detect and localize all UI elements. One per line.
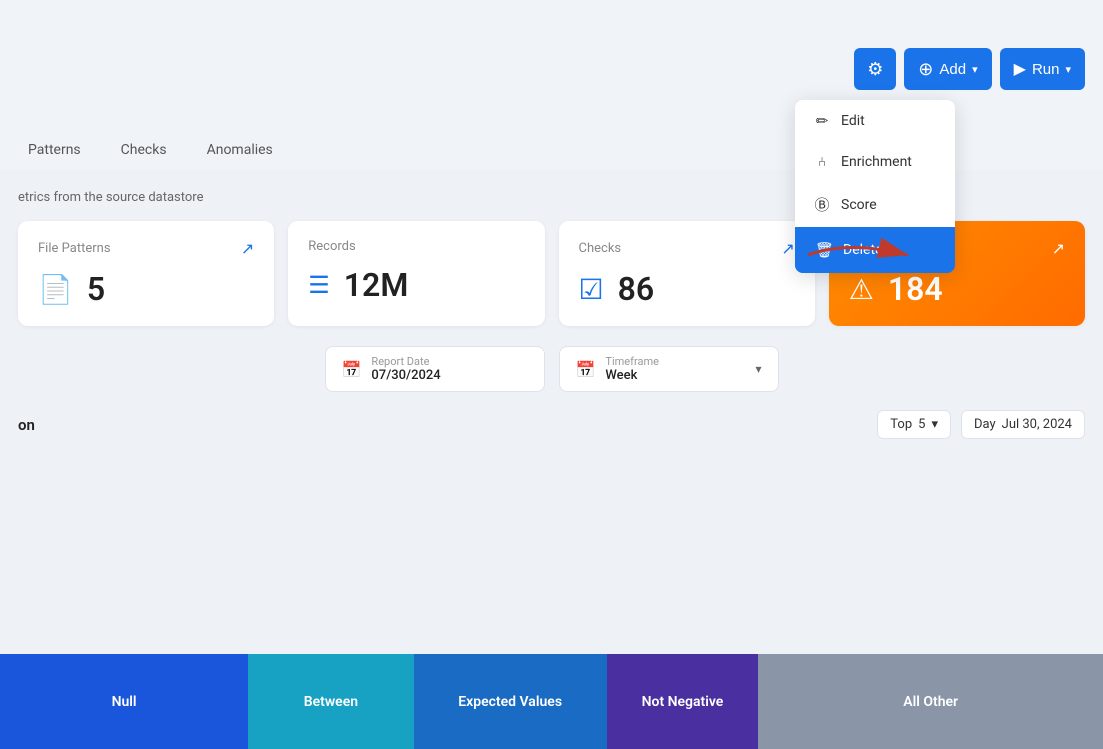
- report-date-filter[interactable]: 📅 Report Date 07/30/2024: [325, 346, 545, 392]
- arrow-svg: [808, 235, 928, 275]
- run-label: Run: [1032, 61, 1060, 78]
- tab-anomalies[interactable]: Anomalies: [187, 132, 293, 170]
- top-selector[interactable]: Top 5 ▾: [877, 410, 951, 439]
- card-checks-value-row: ☑ 86: [579, 270, 795, 308]
- timeframe-value: Week: [605, 368, 659, 383]
- gear-button[interactable]: ⚙: [854, 48, 896, 90]
- card-checks: Checks ↗ ☑ 86: [559, 221, 815, 326]
- add-button[interactable]: ⊕ Add ▾: [904, 48, 991, 90]
- run-button[interactable]: ▶ Run ▾: [1000, 48, 1085, 90]
- card-records-title: Records: [308, 239, 524, 254]
- calendar-icon: 📅: [342, 360, 362, 379]
- timeframe-filter[interactable]: 📅 Timeframe Week ▾: [559, 346, 779, 392]
- tab-patterns[interactable]: Patterns: [8, 132, 101, 170]
- enrichment-label: Enrichment: [841, 154, 912, 170]
- records-icon: ☰: [308, 271, 330, 299]
- chevron-down-icon-run: ▾: [1065, 63, 1071, 76]
- top-value: 5: [918, 417, 925, 432]
- bar-between[interactable]: Between: [248, 654, 413, 749]
- score-icon: Ⓑ: [813, 194, 831, 215]
- day-selector[interactable]: Day Jul 30, 2024: [961, 410, 1085, 439]
- report-date-info: Report Date 07/30/2024: [371, 355, 440, 383]
- checks-number: 86: [618, 270, 655, 308]
- edit-icon: ✏: [813, 112, 831, 130]
- records-number: 12M: [344, 266, 409, 304]
- edit-label: Edit: [841, 113, 865, 129]
- anomalies-icon: ⚠: [849, 273, 874, 306]
- section-header: on Top 5 ▾ Day Jul 30, 2024: [18, 410, 1085, 439]
- top-chevron-icon: ▾: [931, 417, 938, 432]
- card-records: Records ☰ 12M: [288, 221, 544, 326]
- timeframe-label: Timeframe: [605, 355, 659, 368]
- timeframe-chevron-icon: ▾: [755, 362, 761, 376]
- arrow-indicator: [808, 235, 928, 275]
- card-records-value-row: ☰ 12M: [308, 266, 524, 304]
- file-patterns-arrow-icon[interactable]: ↗: [241, 239, 254, 258]
- score-label: Score: [841, 197, 877, 213]
- day-value: Jul 30, 2024: [1002, 417, 1072, 432]
- filters-row: 📅 Report Date 07/30/2024 📅 Timeframe Wee…: [18, 346, 1085, 392]
- bar-null[interactable]: Null: [0, 654, 248, 749]
- card-file-patterns-value-row: 📄 5: [38, 270, 254, 308]
- card-checks-title: Checks ↗: [579, 239, 795, 258]
- card-anomalies-value-row: ⚠ 184: [849, 270, 1065, 308]
- nav-tabs: Patterns Checks Anomalies: [0, 132, 293, 170]
- report-date-label: Report Date: [371, 355, 440, 368]
- anomalies-arrow-icon[interactable]: ↗: [1052, 239, 1065, 258]
- enrichment-icon: ⑃: [813, 155, 831, 170]
- file-patterns-number: 5: [87, 270, 105, 308]
- timeframe-info: Timeframe Week: [605, 355, 659, 383]
- gear-icon: ⚙: [867, 59, 883, 80]
- checks-icon: ☑: [579, 273, 604, 306]
- day-label: Day: [974, 417, 996, 432]
- bar-not-negative[interactable]: Not Negative: [607, 654, 759, 749]
- checks-arrow-icon[interactable]: ↗: [781, 239, 794, 258]
- bar-chart: Null Between Expected Values Not Negativ…: [0, 654, 1103, 749]
- play-icon: ▶: [1014, 59, 1026, 79]
- report-date-value: 07/30/2024: [371, 368, 440, 383]
- section-title: on: [18, 416, 35, 434]
- card-file-patterns: File Patterns ↗ 📄 5: [18, 221, 274, 326]
- dropdown-score[interactable]: Ⓑ Score: [795, 182, 955, 227]
- bar-expected-values[interactable]: Expected Values: [414, 654, 607, 749]
- add-label: Add: [939, 61, 966, 78]
- toolbar: ⚙ ⊕ Add ▾ ▶ Run ▾: [854, 48, 1085, 90]
- plus-icon: ⊕: [918, 59, 933, 80]
- anomalies-number: 184: [888, 270, 943, 308]
- chevron-down-icon: ▾: [972, 63, 978, 76]
- bar-all-other[interactable]: All Other: [758, 654, 1103, 749]
- top-label: Top: [890, 417, 912, 432]
- dropdown-edit[interactable]: ✏ Edit: [795, 100, 955, 142]
- card-file-patterns-title: File Patterns ↗: [38, 239, 254, 258]
- dropdown-enrichment[interactable]: ⑃ Enrichment: [795, 142, 955, 182]
- tab-checks[interactable]: Checks: [101, 132, 187, 170]
- file-patterns-icon: 📄: [38, 273, 73, 306]
- timeframe-calendar-icon: 📅: [576, 360, 596, 379]
